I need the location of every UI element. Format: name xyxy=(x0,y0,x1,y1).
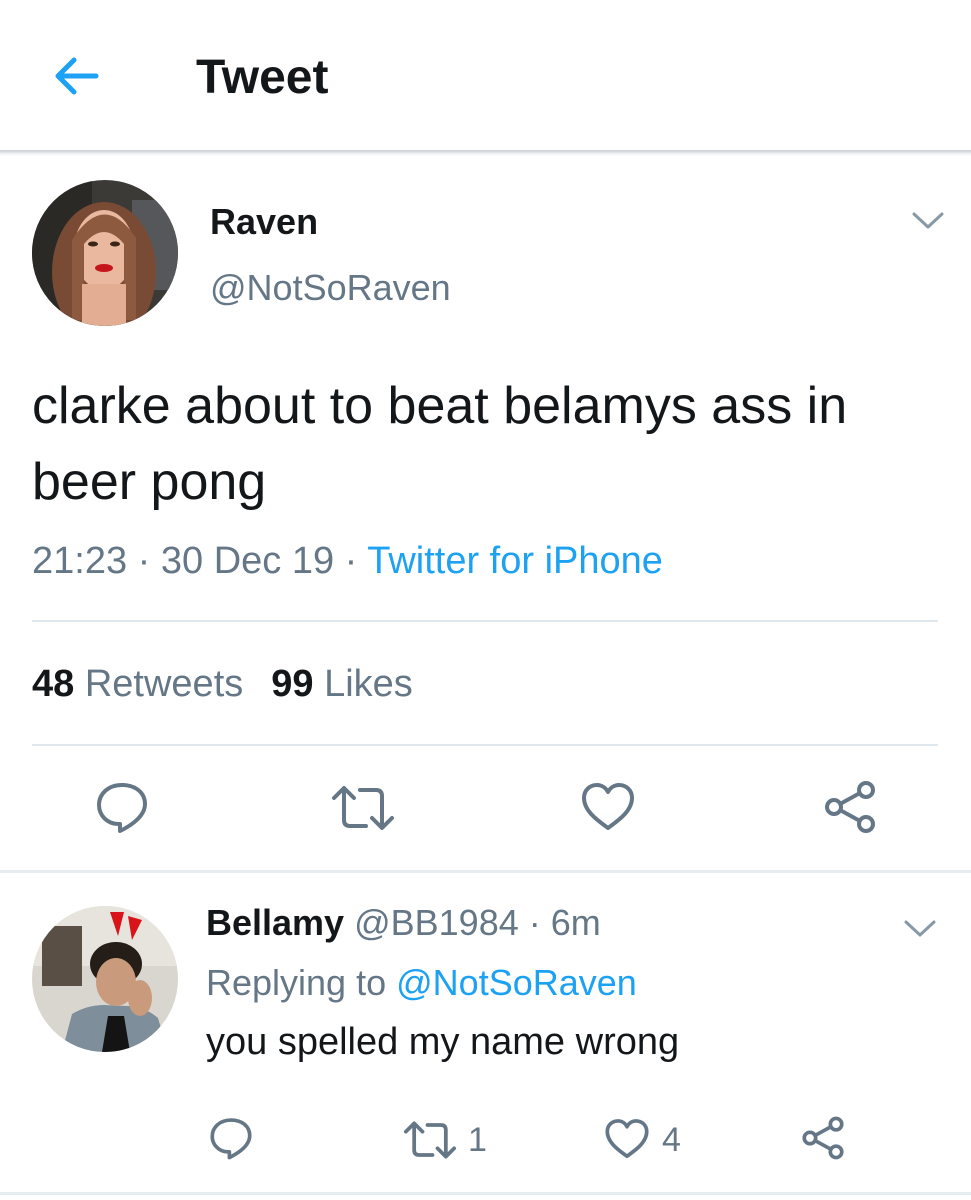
tweet-meta: 21:23 · 30 Dec 19 · Twitter for iPhone xyxy=(32,536,663,586)
reply-header: Bellamy @BB1984 · 6m xyxy=(206,900,601,946)
reply-icon[interactable] xyxy=(208,1116,254,1160)
share-icon[interactable] xyxy=(800,1116,846,1160)
reply-icon[interactable] xyxy=(94,780,150,834)
tweet-stats: 48 Retweets 99 Likes xyxy=(32,660,413,708)
tweet-text: clarke about to beat belamys ass in beer… xyxy=(32,377,848,511)
likes-count: 99 xyxy=(271,663,314,705)
meta-separator: · xyxy=(127,540,161,582)
reply-text: you spelled my name wrong xyxy=(206,1021,680,1063)
like-icon[interactable] xyxy=(604,1118,650,1160)
replying-mention-link[interactable]: @NotSoRaven xyxy=(396,962,637,1003)
retweets-stat[interactable]: 48 Retweets xyxy=(32,663,243,705)
avatar[interactable] xyxy=(32,180,178,326)
tweet-source-link[interactable]: Twitter for iPhone xyxy=(367,540,663,582)
reply-retweet-count: 1 xyxy=(468,1121,487,1159)
divider xyxy=(32,620,938,622)
avatar[interactable] xyxy=(32,906,178,1052)
reply-like-count: 4 xyxy=(662,1121,681,1159)
replying-to: Replying to @NotSoRaven xyxy=(206,960,637,1006)
author-handle[interactable]: @NotSoRaven xyxy=(210,266,451,310)
section-divider xyxy=(0,1192,971,1195)
retweets-count: 48 xyxy=(32,663,75,705)
chevron-down-icon[interactable] xyxy=(908,206,948,234)
retweet-icon[interactable] xyxy=(402,1120,458,1160)
section-divider xyxy=(0,870,971,873)
retweets-label: Retweets xyxy=(84,663,244,705)
reply-author-name[interactable]: Bellamy xyxy=(206,902,344,943)
meta-separator: · xyxy=(518,902,551,943)
reply-author-handle[interactable]: @BB1984 xyxy=(354,902,519,943)
tweet-date: 30 Dec 19 xyxy=(160,540,335,582)
likes-label: Likes xyxy=(324,663,413,705)
chevron-down-icon[interactable] xyxy=(900,914,940,942)
retweet-icon[interactable] xyxy=(330,784,396,832)
reply-time: 6m xyxy=(550,902,601,943)
header-bar: Tweet xyxy=(0,0,971,152)
tweet-time: 21:23 xyxy=(32,540,128,582)
share-icon[interactable] xyxy=(822,780,878,834)
meta-separator: · xyxy=(334,540,368,582)
author-name[interactable]: Raven xyxy=(210,200,318,244)
like-icon[interactable] xyxy=(580,782,636,832)
back-arrow-icon[interactable] xyxy=(48,52,104,100)
likes-stat[interactable]: 99 Likes xyxy=(271,663,413,705)
page-title: Tweet xyxy=(196,51,329,104)
divider xyxy=(32,744,938,746)
header-shadow xyxy=(0,150,971,156)
replying-prefix: Replying to xyxy=(206,962,387,1003)
